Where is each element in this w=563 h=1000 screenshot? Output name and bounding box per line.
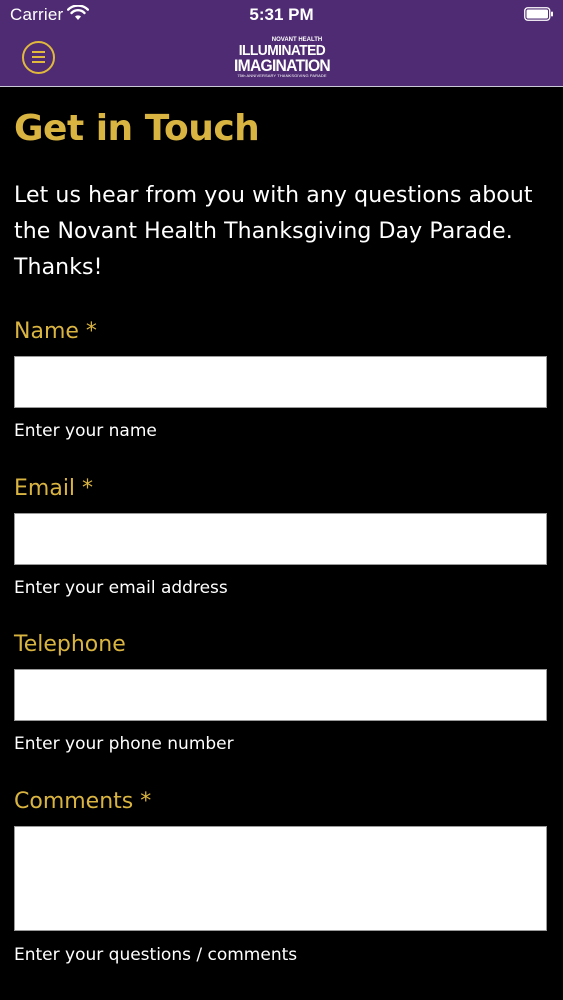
menu-button[interactable] (22, 41, 55, 74)
battery-icon (524, 7, 553, 21)
illuminated-imagination-logo[interactable]: NOVANT HEALTH ILLUMINATED IMAGINATION 75… (228, 37, 336, 85)
navigation-bar: NOVANT HEALTH ILLUMINATED IMAGINATION 75… (0, 32, 563, 87)
comments-label: Comments * (14, 789, 152, 814)
email-field-group: Email * Enter your email address (14, 475, 549, 598)
intro-text: Let us hear from you with any questions … (14, 183, 533, 280)
name-input[interactable] (14, 356, 547, 408)
comments-help-text: Enter your questions / comments (14, 945, 298, 965)
email-label: Email * (14, 476, 94, 501)
status-bar: Carrier 5:31 PM (0, 0, 563, 32)
name-field-group: Name * Enter your name (14, 318, 549, 441)
logo-line-2: IMAGINATION (234, 56, 331, 75)
telephone-label: Telephone (14, 632, 126, 657)
hamburger-line (32, 61, 45, 63)
comments-textarea[interactable] (14, 826, 547, 931)
telephone-help-text: Enter your phone number (14, 734, 234, 754)
status-time: 5:31 PM (249, 5, 314, 24)
email-help-text: Enter your email address (14, 578, 228, 598)
hamburger-line (32, 56, 45, 58)
page-title: Get in Touch (14, 108, 260, 149)
telephone-input[interactable] (14, 669, 547, 721)
name-help-text: Enter your name (14, 421, 157, 441)
telephone-field-group: Telephone Enter your phone number (14, 631, 549, 754)
hamburger-circle-icon (32, 51, 45, 53)
comments-field-group: Comments * Enter your questions / commen… (14, 788, 549, 965)
name-label: Name * (14, 319, 97, 344)
email-input[interactable] (14, 513, 547, 565)
